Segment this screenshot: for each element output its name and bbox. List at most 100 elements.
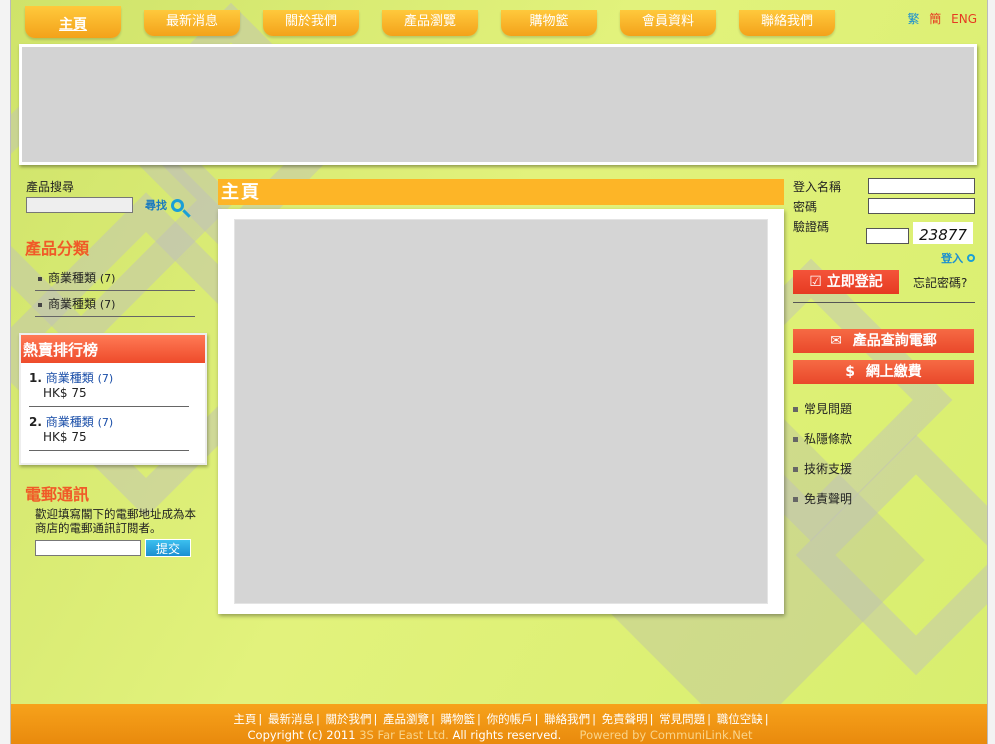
footer-link-home[interactable]: 主頁 — [233, 712, 256, 726]
category-name: 商業種類 — [48, 297, 97, 311]
register-label: 立即登記 — [826, 274, 883, 290]
rank: 2. — [29, 415, 42, 429]
page: 主頁 最新消息 關於我們 產品瀏覽 購物籃 會員資料 聯絡我們 繁 簡 ENG … — [10, 0, 988, 744]
company-name: 3S Far East Ltd. — [359, 728, 449, 742]
footer: 主頁 | 最新消息 | 關於我們 | 產品瀏覽 | 購物籃 | 你的帳戶 | 聯絡我們 | 免… — [11, 704, 987, 744]
footer-links: 主頁 | 最新消息 | 關於我們 | 產品瀏覽 | 購物籃 | 你的帳戶 | 聯絡我們 | 免… — [233, 712, 769, 726]
username-input[interactable] — [868, 178, 975, 194]
bestseller-link[interactable]: 商業種類 — [46, 415, 94, 429]
bullet-icon — [793, 467, 798, 472]
product-enquiry-button[interactable]: ✉ 產品查詢電郵 — [793, 329, 974, 353]
captcha-label: 驗證碼 — [793, 220, 830, 234]
footer-link-faq[interactable]: 常見問題 — [659, 712, 705, 726]
search-button-label: 尋找 — [145, 199, 167, 212]
category-item[interactable]: 商業種類 (7) — [35, 265, 195, 291]
bestseller-box: 熱賣排行榜 1. 商業種類 (7) HK$ 75 2. 商業種類 (7) HK$… — [19, 333, 207, 465]
bestseller-link[interactable]: 商業種類 — [46, 371, 94, 385]
password-input[interactable] — [868, 198, 975, 214]
lang-english[interactable]: ENG — [951, 12, 977, 26]
bestseller-count: (7) — [97, 372, 114, 385]
bullet-icon — [793, 497, 798, 502]
privacy-label: 私隱條款 — [804, 432, 853, 446]
password-label: 密碼 — [793, 199, 818, 214]
bestseller-price: HK$ 75 — [43, 386, 87, 400]
category-count: (7) — [99, 272, 116, 285]
bullet-icon — [793, 437, 798, 442]
copyright-prefix: Copyright (c) 2011 — [247, 728, 356, 742]
language-switch: 繁 簡 ENG — [901, 10, 977, 27]
categories-title: 產品分類 — [25, 239, 90, 258]
privacy-link[interactable]: 私隱條款 — [793, 430, 975, 447]
footer-link-cart[interactable]: 購物籃 — [441, 712, 476, 726]
newsletter-email-input[interactable] — [35, 540, 141, 556]
footer-link-contact[interactable]: 聯絡我們 — [544, 712, 590, 726]
lang-simplified[interactable]: 簡 — [929, 12, 941, 26]
mail-icon: ✉ — [830, 333, 842, 349]
search-label: 產品搜尋 — [26, 180, 75, 194]
left-sidebar: 產品搜尋 尋找 產品分類 商業種類 (7) 商業種類 (7) 熱賣排行榜 1. … — [19, 178, 209, 557]
footer-link-news[interactable]: 最新消息 — [268, 712, 314, 726]
bestseller-item: 1. 商業種類 (7) HK$ 75 — [29, 369, 189, 407]
content-frame — [218, 209, 784, 614]
username-label: 登入名稱 — [793, 179, 842, 194]
bestseller-price: HK$ 75 — [43, 430, 87, 444]
rank: 1. — [29, 371, 42, 385]
login-label: 登入 — [941, 252, 964, 265]
category-name: 商業種類 — [48, 271, 97, 285]
online-payment-button[interactable]: $ 網上繳費 — [793, 360, 974, 384]
disclaimer-link[interactable]: 免責聲明 — [793, 490, 975, 507]
main-content: 主頁 — [218, 179, 784, 614]
bullet-icon — [38, 302, 42, 307]
product-enquiry-label: 產品查詢電郵 — [852, 333, 937, 349]
online-payment-label: 網上繳費 — [865, 364, 922, 380]
search-input[interactable] — [26, 197, 133, 213]
page-title: 主頁 — [218, 179, 784, 205]
footer-link-disclaimer[interactable]: 免責聲明 — [602, 712, 648, 726]
faq-link[interactable]: 常見問題 — [793, 400, 975, 417]
tab-member[interactable]: 會員資料 — [620, 10, 716, 36]
newsletter-title: 電郵通訊 — [25, 485, 90, 504]
support-link[interactable]: 技術支援 — [793, 460, 975, 477]
checkbox-icon: ☑ — [809, 274, 822, 290]
captcha-input[interactable] — [866, 228, 909, 244]
faq-label: 常見問題 — [804, 402, 853, 416]
bullet-icon — [38, 276, 42, 281]
search-button[interactable]: 尋找 — [145, 197, 184, 213]
footer-link-about[interactable]: 關於我們 — [325, 712, 371, 726]
support-label: 技術支援 — [804, 462, 853, 476]
bestseller-count: (7) — [97, 416, 114, 429]
lang-traditional[interactable]: 繁 — [907, 12, 919, 26]
tab-cart[interactable]: 購物籃 — [501, 10, 597, 36]
forgot-password-link[interactable]: 忘記密碼? — [913, 274, 967, 291]
right-sidebar: 登入名稱 密碼 驗證碼 23877 登入 ☑ 立即登記 忘記密碼? ✉ 產品查詢… — [793, 176, 975, 520]
bestseller-title: 熱賣排行榜 — [21, 335, 205, 363]
content-placeholder — [234, 219, 768, 604]
category-item[interactable]: 商業種類 (7) — [35, 291, 195, 317]
search-icon — [171, 198, 184, 212]
bestseller-item: 2. 商業種類 (7) HK$ 75 — [29, 413, 189, 451]
newsletter-submit-button[interactable]: 提交 — [145, 539, 191, 557]
tab-products[interactable]: 產品瀏覽 — [382, 10, 478, 36]
bullet-icon — [793, 407, 798, 412]
footer-link-account[interactable]: 你的帳戶 — [487, 712, 533, 726]
tab-news[interactable]: 最新消息 — [144, 10, 240, 36]
rights-text: All rights reserved. — [452, 728, 562, 742]
tab-home[interactable]: 主頁 — [25, 6, 121, 38]
dollar-icon: $ — [845, 364, 855, 380]
main-nav: 主頁 最新消息 關於我們 產品瀏覽 購物籃 會員資料 聯絡我們 — [21, 6, 851, 38]
key-icon — [967, 254, 975, 262]
info-links: 常見問題 私隱條款 技術支援 免責聲明 — [793, 400, 975, 507]
copyright: Copyright (c) 2011 3S Far East Ltd. All … — [11, 728, 987, 742]
powered-by[interactable]: Powered by CommuniLink.Net — [580, 728, 753, 742]
category-count: (7) — [99, 298, 116, 311]
tab-about[interactable]: 關於我們 — [263, 10, 359, 36]
register-button[interactable]: ☑ 立即登記 — [793, 270, 899, 294]
login-button[interactable]: 登入 — [793, 250, 975, 266]
captcha-image: 23877 — [913, 222, 973, 244]
banner-image — [19, 44, 977, 165]
newsletter-text: 歡迎填寫閣下的電郵地址成為本商店的電郵通訊訂閱者。 — [35, 507, 196, 535]
tab-contact[interactable]: 聯絡我們 — [739, 10, 835, 36]
footer-link-jobs[interactable]: 職位空缺 — [717, 712, 763, 726]
footer-link-products[interactable]: 產品瀏覽 — [383, 712, 429, 726]
disclaimer-label: 免責聲明 — [804, 492, 853, 506]
